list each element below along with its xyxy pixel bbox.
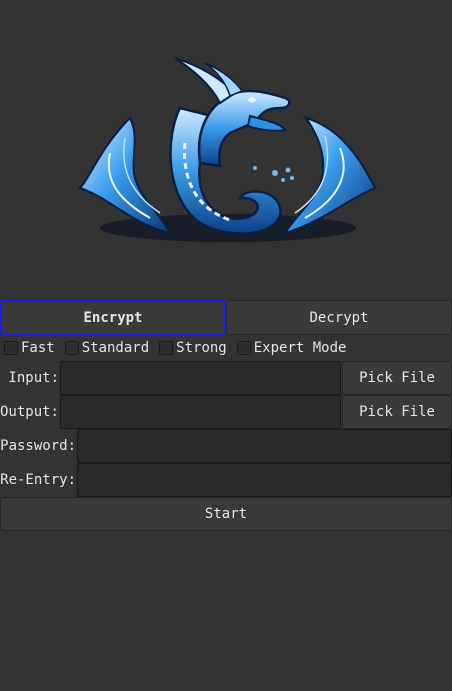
output-pick-file-button[interactable]: Pick File xyxy=(342,395,452,429)
reentry-label: Re-Entry: xyxy=(0,472,76,488)
input-pick-file-button[interactable]: Pick File xyxy=(342,361,452,395)
tab-decrypt[interactable]: Decrypt xyxy=(226,300,452,335)
tab-decrypt-label: Decrypt xyxy=(309,309,369,326)
input-label: Input: xyxy=(8,370,59,386)
password-label: Password: xyxy=(0,438,76,454)
dragon-icon xyxy=(70,48,382,248)
checkbox-box[interactable] xyxy=(4,341,18,355)
mode-standard-label: Standard xyxy=(81,340,150,356)
mode-strong-label: Strong xyxy=(176,340,227,356)
mode-fast-label: Fast xyxy=(21,340,55,356)
password-field[interactable] xyxy=(77,429,452,463)
checkbox-box[interactable] xyxy=(236,341,251,355)
checkbox-box[interactable] xyxy=(64,341,79,355)
tab-encrypt-label: Encrypt xyxy=(83,309,143,326)
input-path-field[interactable] xyxy=(60,361,341,395)
mode-strong-checkbox[interactable]: Strong xyxy=(159,340,227,356)
mode-options: Fast Standard Strong Expert Mode xyxy=(4,339,356,357)
output-label: Output: xyxy=(0,404,59,420)
tab-encrypt[interactable]: Encrypt xyxy=(0,300,226,335)
mode-fast-checkbox[interactable]: Fast xyxy=(4,340,55,356)
input-pick-file-label: Pick File xyxy=(359,370,435,386)
mode-standard-checkbox[interactable]: Standard xyxy=(64,340,150,356)
checkbox-box[interactable] xyxy=(159,341,174,355)
output-pick-file-label: Pick File xyxy=(359,404,435,420)
output-path-field[interactable] xyxy=(60,395,341,429)
mode-expert-label: Expert Mode xyxy=(253,340,347,356)
mode-expert-checkbox[interactable]: Expert Mode xyxy=(236,340,347,356)
start-button-label: Start xyxy=(204,506,248,522)
app-window: Encrypt Decrypt Fast Standard Strong Exp… xyxy=(0,0,452,691)
reentry-password-field[interactable] xyxy=(77,463,452,497)
start-button[interactable]: Start xyxy=(0,497,452,531)
